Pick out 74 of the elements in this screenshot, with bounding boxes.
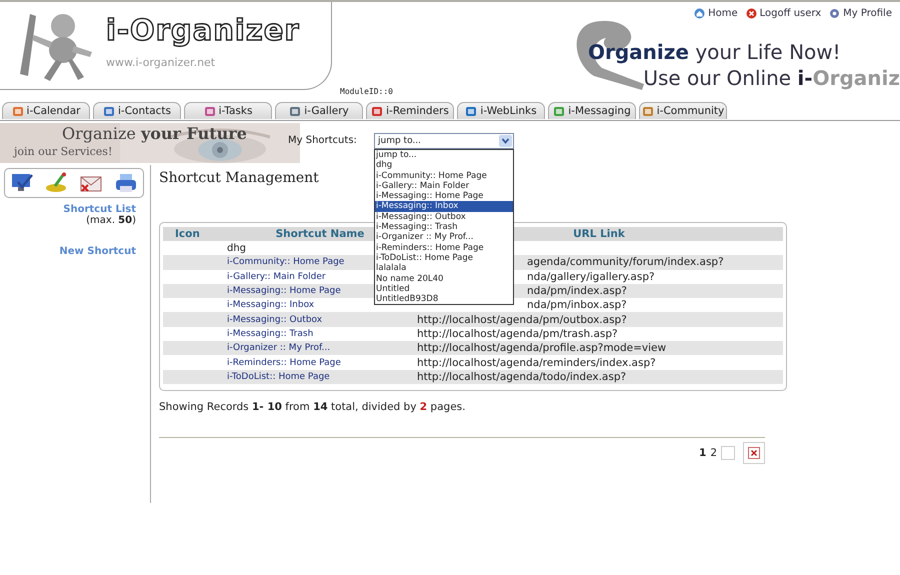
tab[interactable]: i-Tasks (184, 102, 272, 119)
monitor-icon[interactable] (10, 172, 34, 194)
table-cell: http://localhost/agenda/profile.asp?mode=view (417, 342, 666, 354)
dropdown-option[interactable]: i-ToDoList:: Home Page (375, 252, 513, 264)
tab[interactable]: i-Reminders (366, 102, 454, 119)
sidebar-link[interactable]: New Shortcut (0, 246, 150, 257)
header-link[interactable]: Home (694, 8, 738, 19)
shortcut-link[interactable]: i-Messaging:: Inbox (227, 300, 314, 310)
dropdown-option[interactable]: i-Reminders:: Home Page (375, 242, 513, 253)
header-link[interactable]: Logoff userx (746, 8, 822, 19)
tab[interactable]: i-Community (639, 102, 727, 119)
dropdown-option[interactable]: UntitledB93D8 (375, 294, 513, 304)
tab[interactable]: i-Contacts (93, 102, 181, 119)
app-icon (289, 105, 302, 117)
printer-icon[interactable] (114, 172, 138, 194)
shortcut-link[interactable]: i-Reminders:: Home Page (227, 358, 341, 368)
records-summary: Showing Records 1- 10 from 14 total, divided by 2 pages. (159, 400, 466, 413)
dropdown-option[interactable]: jump to... (375, 150, 513, 160)
module-id: ModuleID::0 (340, 87, 393, 96)
table-cell: http://localhost/agenda/reminders/index.asp? (417, 356, 656, 369)
app-icon (465, 105, 478, 117)
page-title: Shortcut Management (159, 170, 319, 186)
promo-title: Organize your Future (62, 124, 247, 143)
close-icon (746, 8, 757, 19)
home-icon (694, 8, 706, 19)
page-link[interactable]: 1 (699, 446, 706, 459)
tab[interactable]: i-WebLinks (457, 102, 545, 119)
shortcuts-label: My Shortcuts: (288, 135, 358, 146)
table-cell: nda/pm/inbox.asp? (527, 299, 627, 312)
close-button[interactable] (743, 442, 765, 464)
table-cell: dhg (227, 242, 246, 254)
site-url: www.i-organizer.net (106, 56, 216, 69)
dropdown-option[interactable]: i-Community:: Home Page (375, 170, 513, 181)
header-link[interactable]: My Profile (829, 8, 892, 19)
page-field[interactable] (721, 446, 735, 460)
app-icon (553, 105, 566, 117)
app-icon (371, 105, 384, 117)
table-cell: nda/gallery/igallery.asp? (527, 270, 655, 283)
dropdown-option[interactable]: i-Messaging:: Home Page (375, 191, 513, 202)
app-icon (204, 105, 216, 117)
dropdown-option[interactable]: i-Gallery:: Main Folder (375, 180, 513, 192)
shortcut-link[interactable]: i-Messaging:: Trash (227, 328, 314, 339)
shortcut-link[interactable]: i-Gallery:: Main Folder (227, 272, 326, 282)
dropdown-option[interactable]: i-Messaging:: Outbox (375, 212, 513, 222)
dropdown-option[interactable]: Untitled (375, 284, 513, 294)
caret-icon (499, 135, 512, 147)
site-logo-text: i-Organizer (106, 12, 300, 49)
tab[interactable]: i-Gallery (275, 102, 363, 119)
dropdown-option[interactable]: lalalala (375, 263, 513, 274)
table-cell: http://localhost/agenda/pm/trash.asp? (417, 328, 618, 340)
table-cell: http://localhost/agenda/todo/index.asp? (417, 370, 626, 383)
gear-icon (829, 8, 840, 19)
slogan: Use our Online i-Organiz (643, 66, 900, 90)
dropdown-option[interactable]: i-Messaging:: Inbox (375, 201, 513, 212)
close-icon (748, 446, 760, 459)
shortcuts-dropdown[interactable]: jump to... (374, 133, 514, 149)
tab[interactable]: i-Calendar (2, 102, 90, 119)
page-link[interactable]: 2 (710, 446, 717, 459)
brush-icon[interactable] (44, 172, 69, 194)
table-cell: nda/pm/index.asp? (527, 285, 627, 298)
table-cell: http://localhost/agenda/pm/outbox.asp? (417, 314, 627, 326)
slogan: Organize your Life Now! (588, 40, 841, 64)
tab[interactable]: i-Messaging (548, 102, 636, 119)
shortcut-link[interactable]: i-Messaging:: Home Page (227, 286, 341, 296)
app-icon (102, 105, 115, 117)
dropdown-option[interactable]: No name 20L40 (375, 274, 513, 284)
app-icon (642, 105, 654, 117)
table-cell: agenda/community/forum/index.asp? (527, 256, 724, 268)
sidebar-link[interactable]: Shortcut List (0, 204, 150, 215)
column-header: Icon (163, 227, 225, 241)
app-icon (12, 105, 24, 117)
promo-subtitle: join our Services! (14, 145, 112, 158)
limit-note: (max. 50) (85, 215, 137, 226)
dropdown-option[interactable]: dhg (375, 160, 513, 171)
